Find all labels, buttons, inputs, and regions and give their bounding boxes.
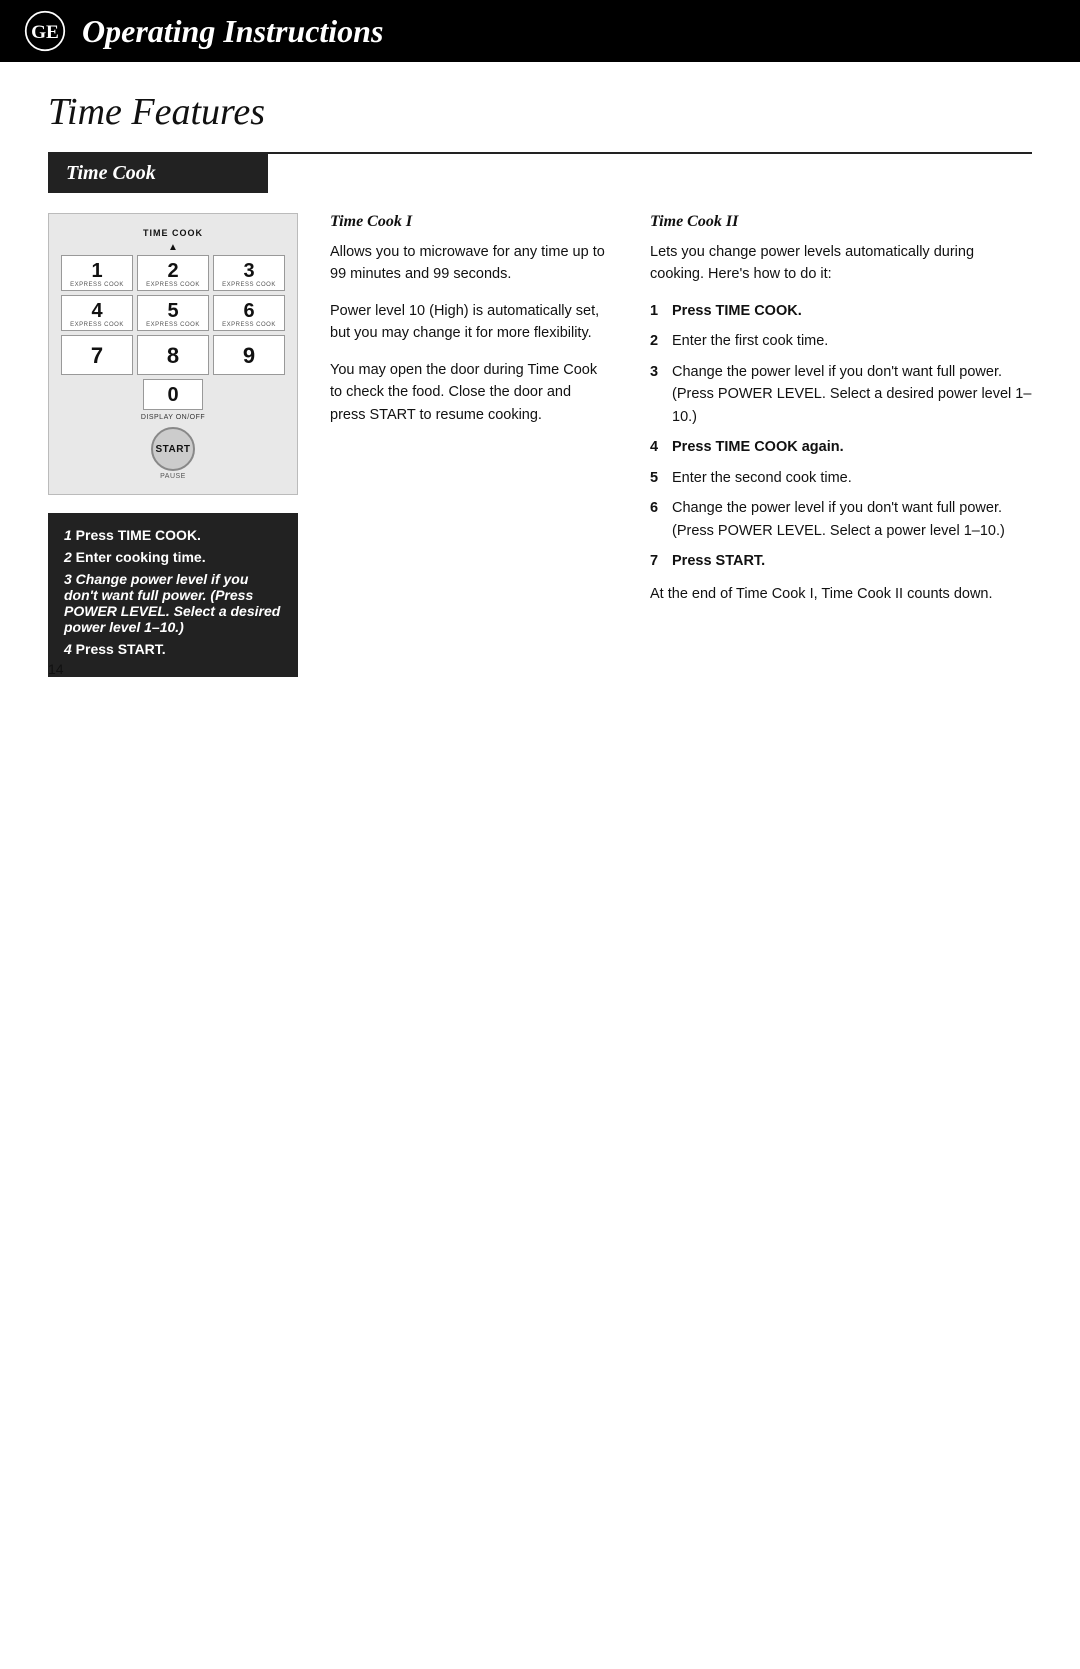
tc2-step-3: 3 Change the power level if you don't wa… <box>650 361 1032 428</box>
time-cook-2-intro: Lets you change power levels automatical… <box>650 241 1032 286</box>
section-header: Time Cook <box>48 154 268 193</box>
keypad-key-3[interactable]: 3 EXPRESS COOK <box>213 255 285 291</box>
keypad-key-2[interactable]: 2 EXPRESS COOK <box>137 255 209 291</box>
keypad-start-area: START PAUSE <box>61 427 285 480</box>
time-cook-2-title: Time Cook II <box>650 213 1032 231</box>
header-title: Operating Instructions <box>82 13 383 50</box>
tc2-step-2: 2 Enter the first cook time. <box>650 330 1032 352</box>
time-cook-2-steps: 1 Press TIME COOK. 2 Enter the first coo… <box>650 300 1032 573</box>
svg-text:GE: GE <box>31 22 59 43</box>
ge-logo-icon: GE <box>24 10 66 52</box>
time-cook-1-para-1: Allows you to microwave for any time up … <box>330 241 610 286</box>
keypad-row-2: 4 EXPRESS COOK 5 EXPRESS COOK 6 EXPRESS … <box>61 295 285 331</box>
tc2-step-1: 1 Press TIME COOK. <box>650 300 1032 322</box>
keypad-key-0[interactable]: 0 <box>143 379 203 410</box>
keypad-key-9[interactable]: 9 <box>213 335 285 375</box>
keypad-key-8[interactable]: 8 <box>137 335 209 375</box>
tc2-step-4: 4 Press TIME COOK again. <box>650 436 1032 458</box>
tc2-step-5: 5 Enter the second cook time. <box>650 467 1032 489</box>
keypad-key-4[interactable]: 4 EXPRESS COOK <box>61 295 133 331</box>
keypad-timecook-label: TIME COOK <box>61 228 285 238</box>
instruction-step-4: 4 Press START. <box>64 641 282 657</box>
right-column: Time Cook II Lets you change power level… <box>650 213 1032 677</box>
keypad-key-1[interactable]: 1 EXPRESS COOK <box>61 255 133 291</box>
keypad-key-7[interactable]: 7 <box>61 335 133 375</box>
keypad-row-3: 7 8 9 <box>61 335 285 375</box>
keypad-key-5[interactable]: 5 EXPRESS COOK <box>137 295 209 331</box>
page-header: GE Operating Instructions <box>0 0 1080 62</box>
middle-column: Time Cook I Allows you to microwave for … <box>330 213 610 677</box>
tc2-step-6: 6 Change the power level if you don't wa… <box>650 497 1032 542</box>
instruction-step-1: 1 Press TIME COOK. <box>64 527 282 543</box>
page-number: 14 <box>48 661 64 677</box>
keypad-display-label: DISPLAY ON/OFF <box>61 414 285 421</box>
time-cook-1-title: Time Cook I <box>330 213 610 231</box>
keypad-zero-row: 0 <box>61 379 285 410</box>
page-title: Time Features <box>48 90 1032 134</box>
time-cook-1-para-2: Power level 10 (High) is automatically s… <box>330 300 610 345</box>
keypad-mockup: TIME COOK ▲ 1 EXPRESS COOK 2 EXPRESS COO… <box>48 213 298 495</box>
instruction-step-3: 3 Change power level if you don't want f… <box>64 571 282 635</box>
keypad-key-6[interactable]: 6 EXPRESS COOK <box>213 295 285 331</box>
keypad-start-button[interactable]: START <box>151 427 195 471</box>
tc2-step-7: 7 Press START. <box>650 550 1032 572</box>
content-area: TIME COOK ▲ 1 EXPRESS COOK 2 EXPRESS COO… <box>48 213 1032 677</box>
keypad-arrow-icon: ▲ <box>61 242 285 253</box>
left-panel: TIME COOK ▲ 1 EXPRESS COOK 2 EXPRESS COO… <box>48 213 298 677</box>
keypad-pause-label: PAUSE <box>160 473 186 480</box>
time-cook-1-para-3: You may open the door during Time Cook t… <box>330 359 610 426</box>
keypad-row-1: 1 EXPRESS COOK 2 EXPRESS COOK 3 EXPRESS … <box>61 255 285 291</box>
instructions-box: 1 Press TIME COOK. 2 Enter cooking time.… <box>48 513 298 677</box>
instruction-step-2: 2 Enter cooking time. <box>64 549 282 565</box>
time-cook-2-footer: At the end of Time Cook I, Time Cook II … <box>650 583 1032 605</box>
